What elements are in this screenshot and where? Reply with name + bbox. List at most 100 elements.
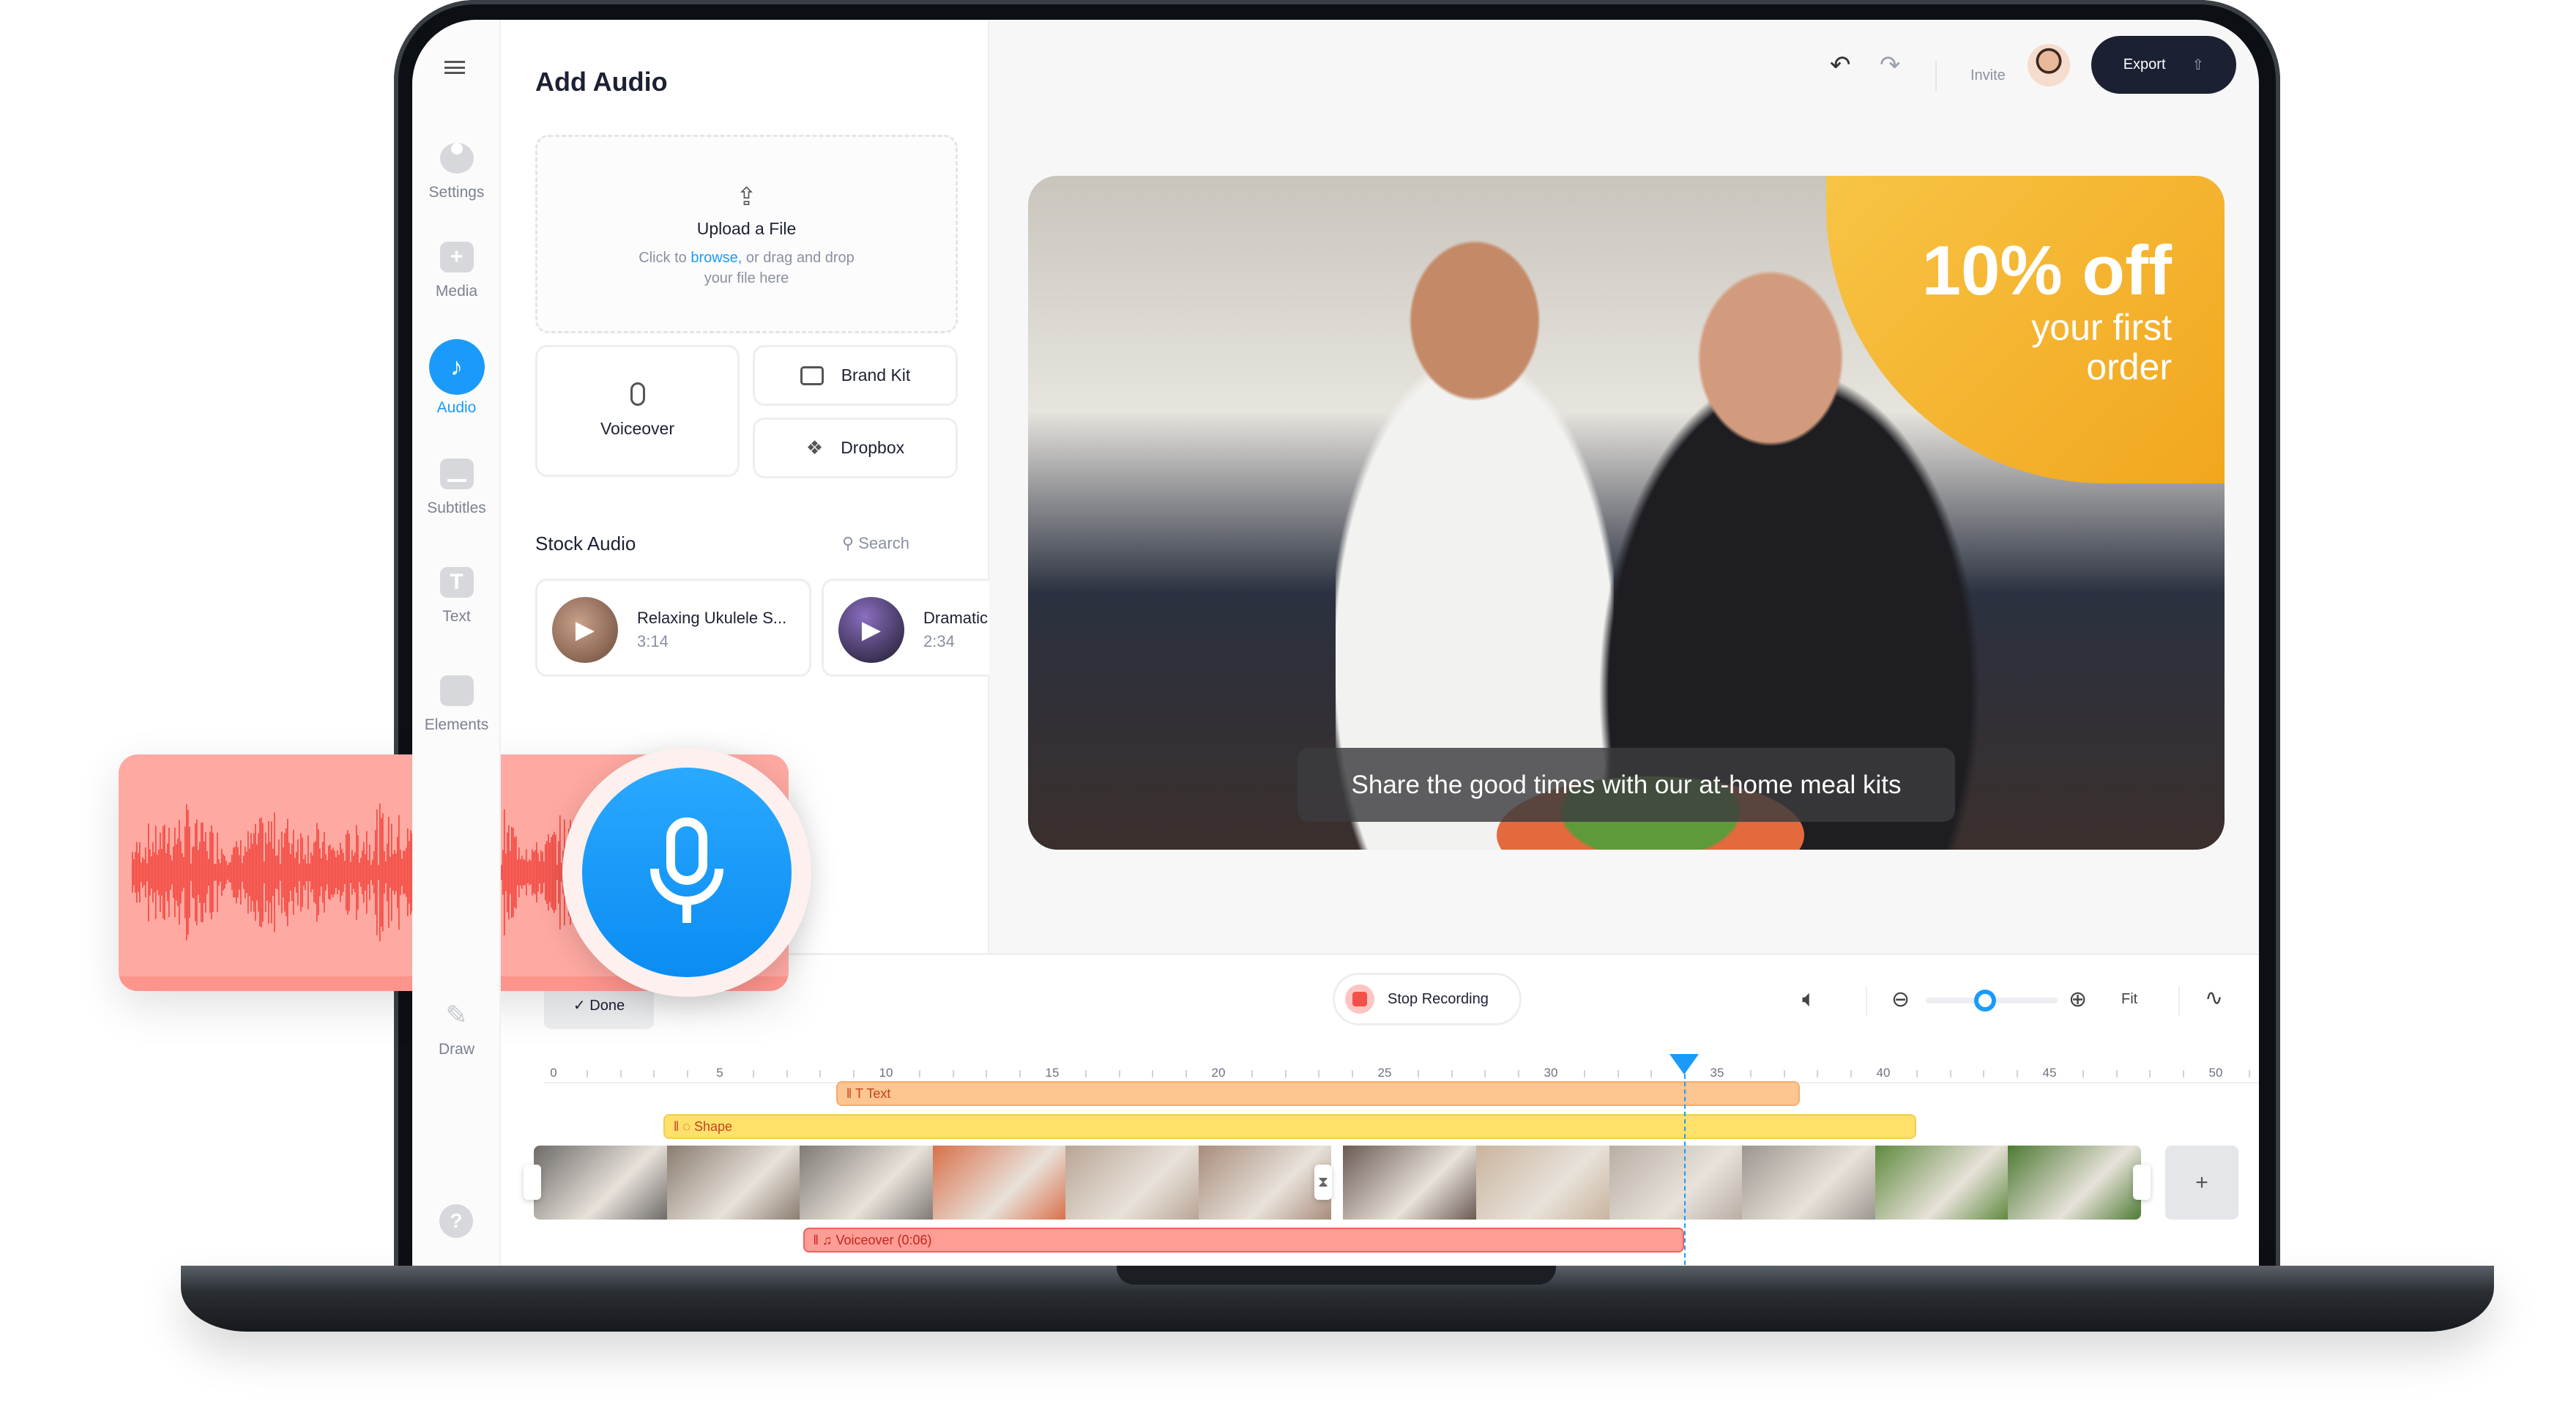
sidebar-item-settings[interactable]: Settings	[412, 133, 501, 201]
waveform-bar	[359, 862, 360, 883]
waveform-bar	[331, 850, 332, 895]
stock-audio-card[interactable]: ▶ Relaxing Ukulele S... 3:14	[535, 579, 811, 677]
sidebar-item-elements[interactable]: Elements	[412, 675, 501, 734]
waveform-bar	[161, 849, 163, 896]
sidebar-item-audio[interactable]: ♪ Audio	[412, 339, 501, 417]
waveform-bar	[234, 847, 236, 898]
waveform-bar	[504, 809, 505, 935]
sidebar-item-media[interactable]: + Media	[412, 242, 501, 300]
redo-icon[interactable]: ↷	[1880, 51, 1901, 80]
waveform-bar	[515, 836, 517, 909]
waveform-bar	[218, 858, 220, 886]
shape-track-clip[interactable]: ‖ ◌ Shape	[663, 1114, 1917, 1139]
zoom-slider-knob[interactable]	[1974, 990, 1996, 1012]
stock-search[interactable]: ⚲ Search	[842, 534, 909, 553]
sidebar-item-subtitles[interactable]: Subtitles	[412, 459, 501, 517]
waveform-bar	[214, 864, 215, 881]
trim-handle-left[interactable]	[524, 1165, 541, 1200]
record-icon	[1345, 984, 1374, 1014]
ruler-tick	[619, 1070, 622, 1077]
voiceover-track-clip[interactable]: ‖ ♫ Voiceover (0:06)	[803, 1228, 1684, 1253]
help-icon[interactable]: ?	[439, 1204, 473, 1238]
waveform-bar	[240, 840, 242, 905]
ruler-tick	[1750, 1070, 1752, 1077]
waveform-bar	[208, 858, 209, 886]
playhead-marker[interactable]	[1669, 1054, 1699, 1075]
add-clip-button[interactable]: +	[2165, 1146, 2238, 1220]
zoom-in-icon[interactable]: ⊕	[2069, 987, 2087, 1012]
search-placeholder: Search	[858, 534, 909, 552]
menu-icon[interactable]	[444, 61, 465, 74]
voiceover-label: Voiceover	[600, 419, 674, 438]
playhead-line[interactable]	[1683, 1075, 1686, 1265]
mic-record-button[interactable]	[562, 748, 811, 997]
waveform-bar	[344, 861, 346, 884]
trim-handle-right[interactable]	[2133, 1165, 2151, 1200]
waveform-bar	[366, 831, 368, 914]
waveform-bar	[167, 843, 168, 902]
zoom-out-icon[interactable]: ⊖	[1891, 987, 1910, 1012]
waveform-bar	[281, 831, 283, 913]
undo-icon[interactable]: ↶	[1830, 51, 1851, 80]
video-thumbnail	[2008, 1146, 2141, 1220]
voiceover-button[interactable]: Voiceover	[535, 345, 740, 477]
hint-text: Click to	[639, 250, 691, 266]
waveform-bar	[403, 850, 404, 894]
ruler-tick	[653, 1070, 655, 1077]
brand-kit-button[interactable]: Brand Kit	[753, 345, 958, 406]
sidebar-item-label: Draw	[438, 1041, 474, 1058]
waveform-bar	[397, 836, 398, 908]
stop-recording-button[interactable]: Stop Recording	[1333, 973, 1522, 1025]
waveform-bar	[148, 823, 149, 921]
sidebar-item-text[interactable]: T Text	[412, 567, 501, 626]
track-duration: 3:14	[637, 632, 669, 650]
sidebar-item-draw[interactable]: ✎ Draw	[412, 1000, 501, 1058]
video-track-strip[interactable]	[534, 1146, 2141, 1220]
ruler-label: 45	[2042, 1066, 2057, 1080]
dropbox-button[interactable]: ❖ Dropbox	[753, 418, 958, 478]
waveform-bar	[360, 858, 362, 887]
waveform-bar	[349, 834, 350, 911]
ruler-tick	[1850, 1070, 1852, 1077]
waveform-bar	[151, 856, 152, 888]
play-thumbnail[interactable]: ▶	[552, 597, 618, 663]
export-button[interactable]: Export ⇧	[2091, 36, 2236, 94]
waveform-bar	[338, 855, 340, 890]
waveform-bar	[271, 821, 272, 924]
waveform-bar	[551, 836, 552, 908]
waveform-icon[interactable]: ∿	[2205, 985, 2223, 1011]
transition-icon[interactable]: ⧗	[1314, 1165, 1332, 1200]
zoom-slider[interactable]	[1926, 990, 2058, 1012]
waveform-bar	[363, 842, 365, 903]
waveform-bar	[546, 841, 548, 904]
waveform-bar	[138, 853, 139, 892]
avatar[interactable]	[2028, 44, 2070, 86]
text-track-clip[interactable]: ‖ T Text	[835, 1081, 1801, 1106]
ruler-tick	[1916, 1070, 1918, 1077]
icon-rail: Settings + Media ♪ Audio Subtitles T Text E…	[412, 20, 501, 1266]
play-thumbnail[interactable]: ▶	[838, 597, 904, 663]
waveform-bar	[202, 823, 204, 922]
waveform-bar	[264, 861, 265, 883]
waveform-bar	[385, 861, 387, 883]
video-caption[interactable]: Share the good times with our at-home me…	[1298, 748, 1955, 822]
invite-button[interactable]: Invite	[1970, 67, 2006, 84]
waveform-bar	[384, 851, 385, 894]
waveform-bar	[256, 844, 258, 901]
fit-button[interactable]: Fit	[2121, 991, 2137, 1008]
video-preview[interactable]: 10% off your first order Share the good …	[1028, 176, 2225, 850]
waveform-bar	[356, 825, 357, 920]
volume-icon[interactable]: 🔈︎	[1802, 985, 1816, 1013]
waveform-bar	[404, 850, 406, 894]
video-thumbnail	[1609, 1146, 1743, 1220]
waveform-bar	[247, 831, 249, 914]
browse-link[interactable]: browse,	[690, 250, 742, 266]
waveform-bar	[205, 832, 206, 913]
sidebar-item-label: Elements	[424, 716, 489, 733]
upload-dropzone[interactable]: ⇪ Upload a File Click to browse, or drag…	[535, 135, 958, 333]
waveform-bar	[530, 860, 532, 885]
waveform-bar	[556, 864, 558, 880]
waveform-bar	[299, 864, 300, 881]
ruler-tick	[1517, 1070, 1519, 1077]
video-thumbnail	[1875, 1146, 2009, 1220]
